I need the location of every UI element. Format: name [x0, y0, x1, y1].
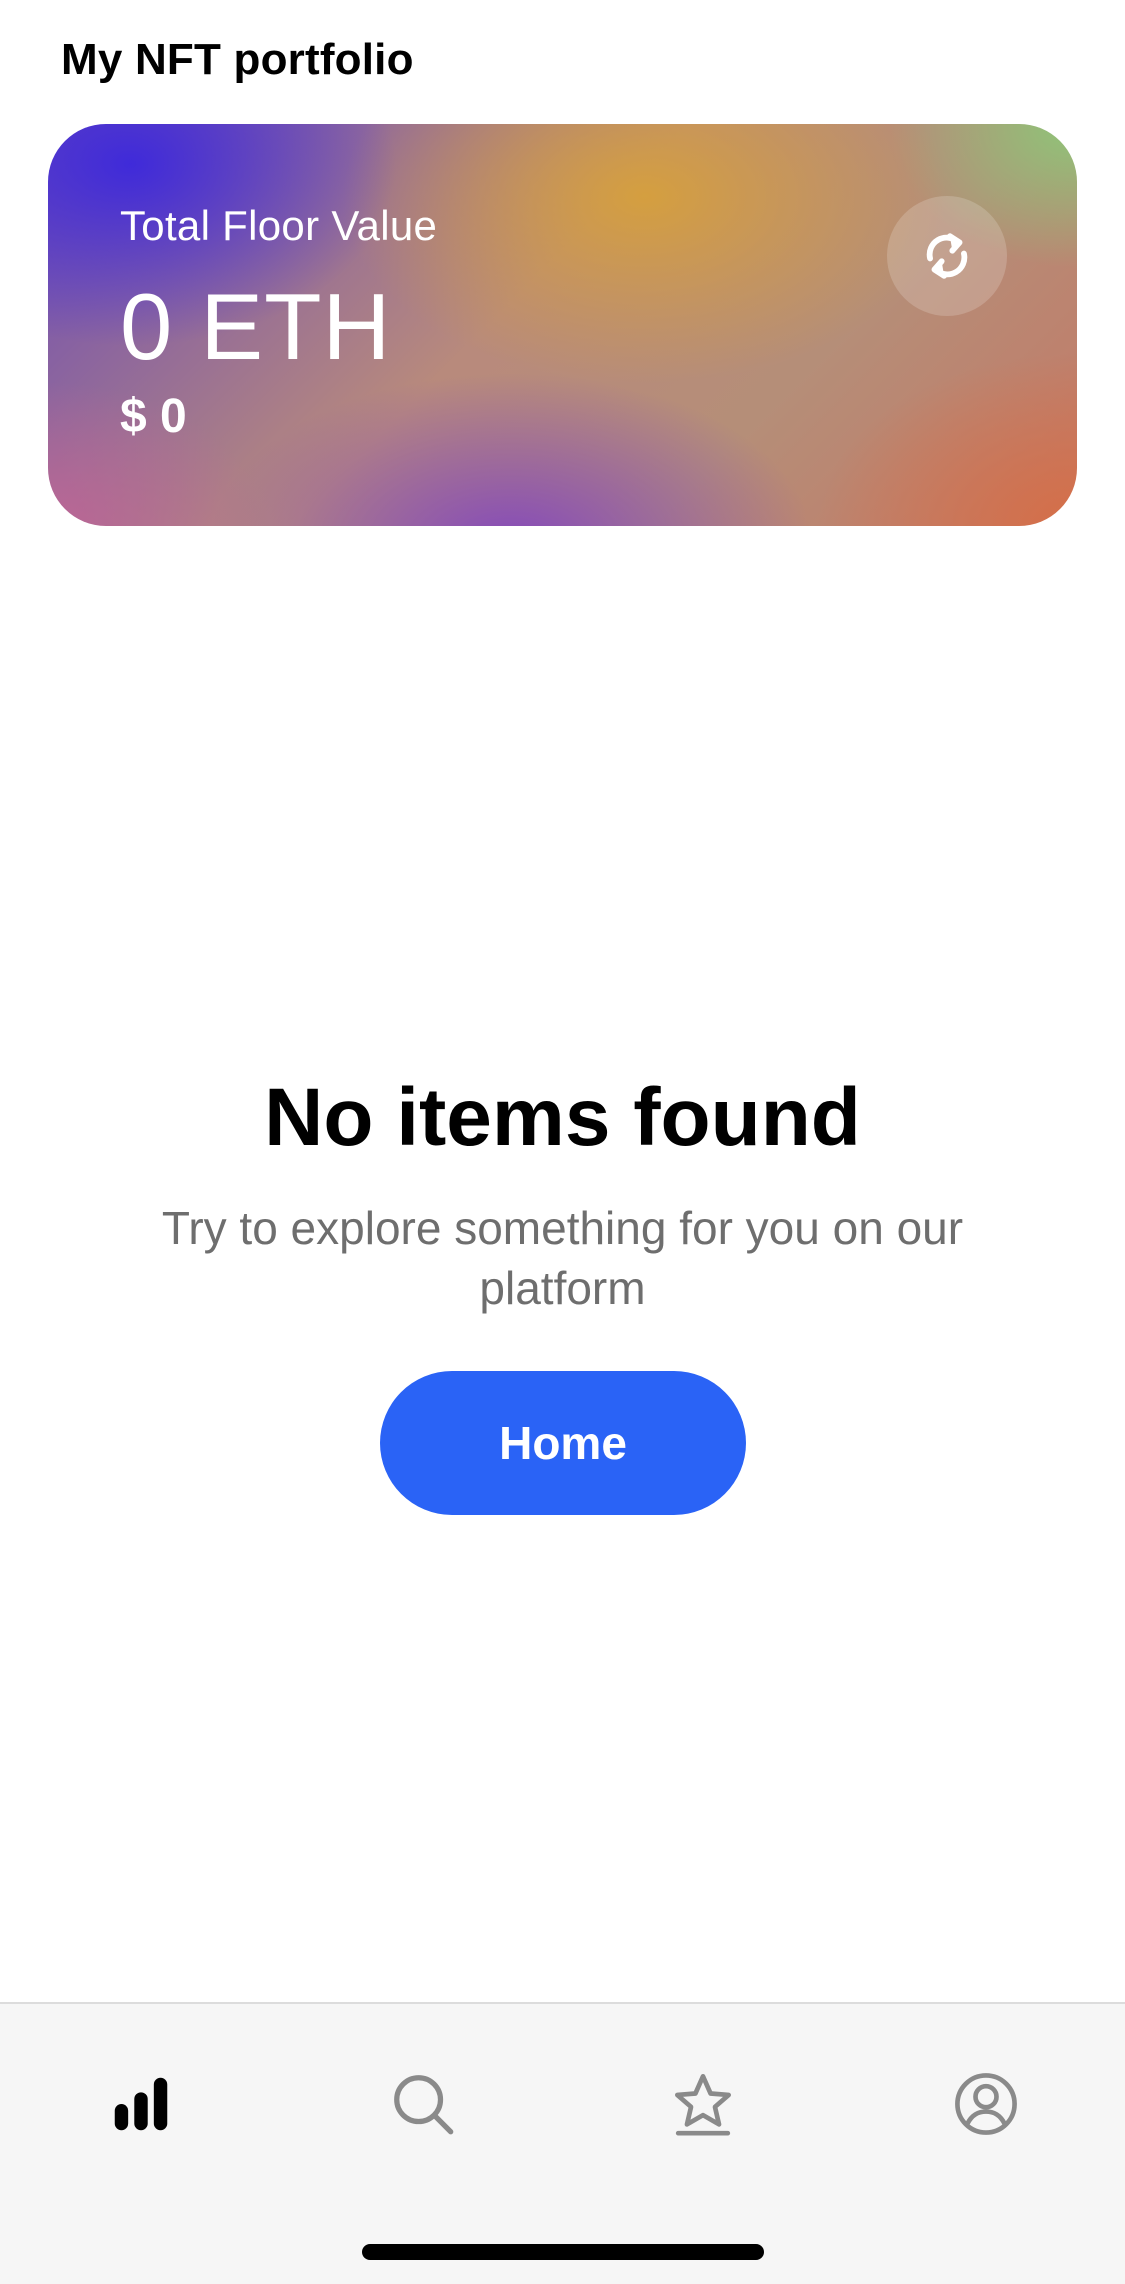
- tab-profile[interactable]: [926, 2044, 1046, 2164]
- page-title: My NFT portfolio: [61, 35, 414, 84]
- search-icon: [394, 2075, 454, 2135]
- tab-portfolio[interactable]: [81, 2044, 201, 2164]
- eth-value: 0 ETH: [120, 274, 392, 379]
- empty-state-title: No items found: [264, 1072, 861, 1163]
- portfolio-screen: My NFT portfolio Total Floor Value 0 ETH…: [0, 0, 1125, 2284]
- bar-chart-icon: [114, 2077, 168, 2131]
- star-icon: [675, 2073, 731, 2136]
- refresh-button[interactable]: [887, 196, 1007, 316]
- profile-icon: [955, 2073, 1017, 2135]
- total-floor-value-label: Total Floor Value: [120, 202, 438, 249]
- tab-search[interactable]: [363, 2044, 483, 2164]
- empty-state-subtitle: Try to explore something for you on our …: [161, 1202, 964, 1314]
- home-button[interactable]: Home: [380, 1371, 746, 1515]
- home-indicator: [362, 2244, 764, 2260]
- usd-value: $ 0: [120, 390, 187, 443]
- total-floor-value-card: Total Floor Value 0 ETH $ 0: [48, 124, 1077, 526]
- bottom-tab-bar: [0, 2002, 1125, 2284]
- refresh-icon: [926, 233, 968, 279]
- tab-watchlist[interactable]: [643, 2044, 763, 2164]
